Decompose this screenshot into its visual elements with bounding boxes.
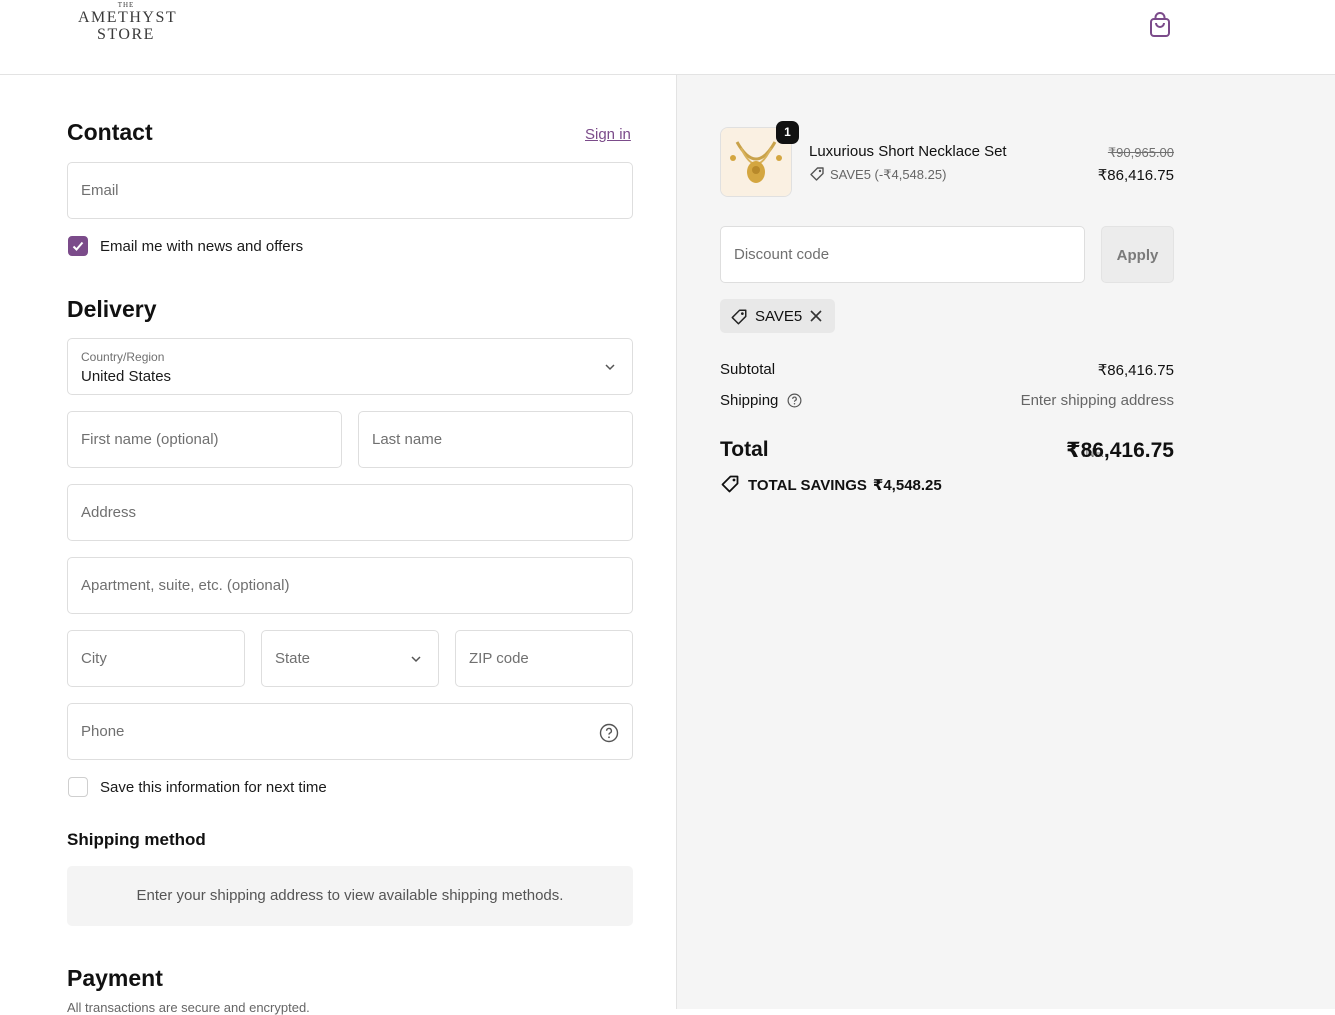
help-icon[interactable] xyxy=(787,393,802,408)
order-summary: 1 Luxurious Short Necklace Set SAVE5 (-₹… xyxy=(677,75,1335,1009)
checkmark-icon xyxy=(72,241,84,251)
zip-field[interactable]: ZIP code xyxy=(455,630,633,687)
total-value: ₹86,416.75 xyxy=(1065,439,1174,462)
logo-line2: STORE xyxy=(97,26,155,43)
country-label: Country/Region xyxy=(81,350,165,364)
first-name-placeholder: First name (optional) xyxy=(81,431,219,448)
save-info-checkbox[interactable] xyxy=(68,777,88,797)
total-label: Total xyxy=(720,438,769,461)
savings-tag-icon xyxy=(721,475,739,493)
chevron-down-icon xyxy=(605,364,615,371)
chevron-down-icon xyxy=(411,656,421,663)
address-field[interactable]: Address xyxy=(67,484,633,541)
contact-heading: Contact xyxy=(67,119,153,145)
product-discount: SAVE5 (-₹4,548.25) xyxy=(809,166,946,183)
news-offers-checkbox[interactable] xyxy=(68,236,88,256)
checkout-form: Contact Sign in Email Email me with news… xyxy=(0,75,677,1015)
subtotal-label: Subtotal xyxy=(720,361,776,378)
product-name: Luxurious Short Necklace Set xyxy=(809,143,1007,160)
phone-placeholder: Phone xyxy=(81,723,125,740)
city-placeholder: City xyxy=(81,650,107,667)
last-name-placeholder: Last name xyxy=(372,431,443,448)
discount-code-placeholder: Discount code xyxy=(734,246,830,263)
product-original-price: ₹90,965.00 xyxy=(1107,145,1174,160)
first-name-field[interactable]: First name (optional) xyxy=(67,411,342,468)
discount-code-input[interactable]: Discount code xyxy=(720,226,1085,283)
email-field[interactable]: Email xyxy=(67,162,633,219)
apartment-placeholder: Apartment, suite, etc. (optional) xyxy=(81,577,290,594)
shopping-bag-icon xyxy=(1150,12,1170,37)
product-discount-text: SAVE5 (-₹4,548.25) xyxy=(830,167,947,182)
country-value: United States xyxy=(81,368,172,385)
delivery-heading: Delivery xyxy=(67,296,157,322)
apartment-field[interactable]: Apartment, suite, etc. (optional) xyxy=(67,557,633,614)
save-info-label: Save this information for next time xyxy=(100,779,327,796)
state-select[interactable]: State xyxy=(261,630,439,687)
subtotal-value: ₹86,416.75 xyxy=(1097,362,1174,379)
last-name-field[interactable]: Last name xyxy=(358,411,633,468)
email-placeholder: Email xyxy=(81,182,119,199)
quantity-badge: 1 xyxy=(776,121,799,144)
cart-button[interactable] xyxy=(1147,11,1173,39)
payment-heading: Payment xyxy=(67,965,163,991)
shipping-label: Shipping xyxy=(720,392,779,409)
country-select[interactable]: Country/Region United States xyxy=(67,338,633,395)
store-logo[interactable]: THE AMETHYST STORE xyxy=(78,1,178,43)
savings-label: TOTAL SAVINGS xyxy=(748,477,867,494)
shipping-method-notice: Enter your shipping address to view avai… xyxy=(67,866,633,926)
logo-the: THE xyxy=(117,1,135,9)
zip-placeholder: ZIP code xyxy=(469,650,529,667)
state-placeholder: State xyxy=(275,650,311,667)
logo-line1: AMETHYST xyxy=(78,9,178,26)
payment-subtext: All transactions are secure and encrypte… xyxy=(67,1000,310,1015)
applied-code: SAVE5 xyxy=(755,308,803,325)
product-price: ₹86,416.75 xyxy=(1097,167,1174,184)
news-offers-label: Email me with news and offers xyxy=(100,238,304,255)
tag-icon xyxy=(810,167,824,181)
applied-discount-chip: SAVE5 xyxy=(720,299,835,333)
apply-button[interactable]: Apply xyxy=(1101,226,1174,283)
help-icon[interactable] xyxy=(599,723,619,743)
shipping-method-heading: Shipping method xyxy=(67,830,206,849)
remove-discount-icon[interactable] xyxy=(808,308,824,324)
total-savings: TOTAL SAVINGS ₹4,548.25 xyxy=(720,474,942,494)
header: THE AMETHYST STORE xyxy=(0,0,1335,75)
city-field[interactable]: City xyxy=(67,630,245,687)
shipping-value: Enter shipping address xyxy=(1020,392,1174,409)
tag-icon xyxy=(731,309,747,325)
savings-value: ₹4,548.25 xyxy=(872,477,942,494)
sign-in-link[interactable]: Sign in xyxy=(585,126,631,143)
address-placeholder: Address xyxy=(81,504,137,521)
phone-field[interactable]: Phone xyxy=(67,703,633,760)
